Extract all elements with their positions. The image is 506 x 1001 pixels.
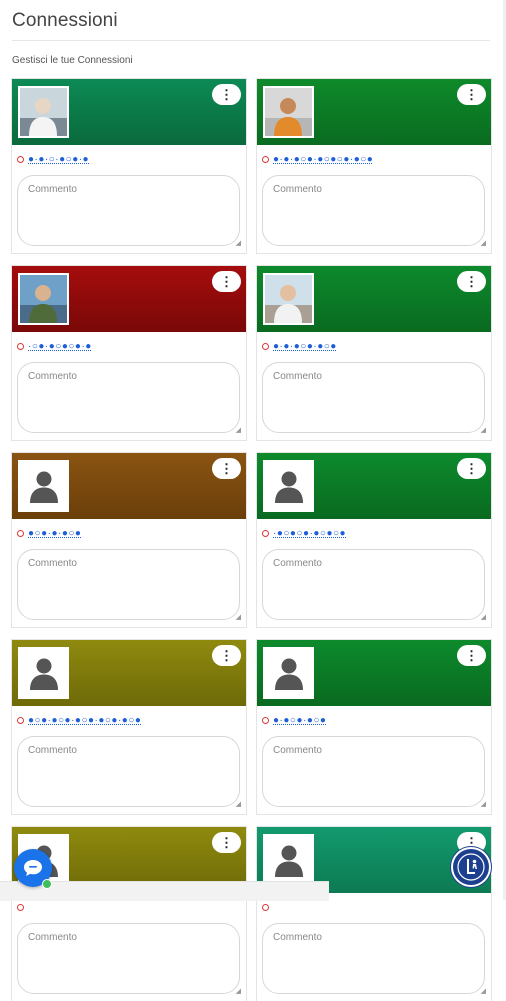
status-indicator-icon (262, 529, 269, 537)
avatar[interactable] (263, 273, 314, 325)
page-title: Connessioni (12, 10, 118, 31)
connection-name-link[interactable]: ●○●·●·●○● (28, 528, 81, 539)
connection-name-link[interactable]: ●·●·○·●○●·● (28, 154, 89, 165)
connection-name-link[interactable]: ●·●·●○●·●○●○●·●○● (273, 154, 373, 165)
card-banner: ⋮ (257, 79, 491, 145)
online-status-dot (42, 879, 52, 889)
name-row: ●○●·●○●·●○●·●○●·●○● (17, 713, 141, 727)
connection-card: ⋮ ·●○●○●·●○●○● ◢ (257, 453, 491, 627)
connection-name-link[interactable]: ·○●·●○●○●·● (28, 341, 92, 352)
connection-name-link[interactable]: ●·●○●·●○● (273, 715, 326, 726)
connection-card: ⋮ ●·●·○·●○●·● ◢ (12, 79, 246, 253)
status-indicator-icon (17, 342, 24, 350)
resize-handle-icon[interactable]: ◢ (236, 427, 241, 434)
more-options-icon[interactable]: ⋮ (457, 458, 486, 479)
connection-name-link[interactable]: ●·●·●○●·●○● (273, 341, 337, 352)
name-row (262, 900, 273, 914)
default-avatar-icon[interactable] (18, 460, 69, 512)
more-options-icon[interactable]: ⋮ (212, 271, 241, 292)
resize-handle-icon[interactable]: ◢ (236, 240, 241, 247)
avatar[interactable] (263, 86, 314, 138)
connection-card: ⋮ ●○●·●○●·●○●·●○●·●○● ◢ (12, 640, 246, 814)
comment-field[interactable] (262, 549, 485, 620)
card-banner: ⋮ (12, 266, 246, 332)
card-banner: ⋮ (12, 640, 246, 706)
status-indicator-icon (17, 903, 24, 911)
resize-handle-icon[interactable]: ◢ (481, 240, 486, 247)
comment-field[interactable] (17, 175, 240, 246)
avatar[interactable] (18, 86, 69, 138)
connection-card: ⋮ ●·●○●·●○● ◢ (257, 640, 491, 814)
status-indicator-icon (17, 716, 24, 724)
resize-handle-icon[interactable]: ◢ (236, 801, 241, 808)
card-banner: ⋮ (12, 79, 246, 145)
resize-handle-icon[interactable]: ◢ (481, 801, 486, 808)
comment-field[interactable] (262, 923, 485, 994)
default-avatar-icon[interactable] (18, 647, 69, 699)
chat-bubble-glyph (24, 860, 42, 876)
name-row: ●○●·●·●○● (17, 526, 81, 540)
name-row: ●·●○●·●○● (262, 713, 326, 727)
status-indicator-icon (262, 716, 269, 724)
connection-card: ⋮ ·○●·●○●○●·● ◢ (12, 266, 246, 440)
comment-field[interactable] (262, 362, 485, 433)
connections-grid: ⋮ ●·●·○·●○●·● ◢ ⋮ ●·●·●○●·●○●○●·●○● ◢ ⋮ ·○●·●○●… (12, 79, 491, 1001)
name-row: ·●○●○●·●○●○● (262, 526, 346, 540)
card-banner: ⋮ (257, 266, 491, 332)
connection-card: ⋮◢ (12, 827, 246, 1001)
title-divider (12, 40, 490, 41)
connection-name-link[interactable]: ●○●·●○●·●○●·●○●·●○● (28, 715, 141, 726)
more-options-icon[interactable]: ⋮ (457, 271, 486, 292)
resize-handle-icon[interactable]: ◢ (236, 988, 241, 995)
name-row: ●·●·○·●○●·● (17, 152, 89, 166)
more-options-icon[interactable]: ⋮ (457, 84, 486, 105)
default-avatar-icon[interactable] (263, 647, 314, 699)
comment-field[interactable] (17, 923, 240, 994)
status-indicator-icon (262, 903, 269, 911)
status-indicator-icon (17, 155, 24, 163)
status-indicator-icon (262, 155, 269, 163)
default-avatar-icon[interactable] (263, 460, 314, 512)
card-banner: ⋮ (257, 640, 491, 706)
resize-handle-icon[interactable]: ◢ (481, 988, 486, 995)
connection-card: ⋮ ●·●·●○●·●○●○●·●○● ◢ (257, 79, 491, 253)
name-row (17, 900, 28, 914)
card-banner: ⋮ (12, 453, 246, 519)
resize-handle-icon[interactable]: ◢ (481, 614, 486, 621)
status-indicator-icon (262, 342, 269, 350)
more-options-icon[interactable]: ⋮ (212, 832, 241, 853)
avatar[interactable] (18, 273, 69, 325)
connection-card: ⋮ ●·●·●○●·●○● ◢ (257, 266, 491, 440)
more-options-icon[interactable]: ⋮ (212, 458, 241, 479)
page-subtitle: Gestisci le tue Connessioni (12, 55, 133, 66)
comment-field[interactable] (262, 175, 485, 246)
connection-card: ⋮ ●○●·●·●○● ◢ (12, 453, 246, 627)
name-row: ·○●·●○●○●·● (17, 339, 92, 353)
name-row: ●·●·●○●·●○●○●·●○● (262, 152, 373, 166)
club-logo-glyph (457, 853, 485, 881)
comment-field[interactable] (17, 736, 240, 807)
comment-field[interactable] (262, 736, 485, 807)
club-logo-icon[interactable] (451, 847, 491, 887)
card-banner: ⋮ (257, 453, 491, 519)
more-options-icon[interactable]: ⋮ (212, 645, 241, 666)
more-options-icon[interactable]: ⋮ (457, 645, 486, 666)
more-options-icon[interactable]: ⋮ (212, 84, 241, 105)
default-avatar-icon[interactable] (263, 834, 314, 886)
name-row: ●·●·●○●·●○● (262, 339, 337, 353)
resize-handle-icon[interactable]: ◢ (236, 614, 241, 621)
status-indicator-icon (17, 529, 24, 537)
comment-field[interactable] (17, 549, 240, 620)
connection-name-link[interactable]: ·●○●○●·●○●○● (273, 528, 346, 539)
resize-handle-icon[interactable]: ◢ (481, 427, 486, 434)
comment-field[interactable] (17, 362, 240, 433)
